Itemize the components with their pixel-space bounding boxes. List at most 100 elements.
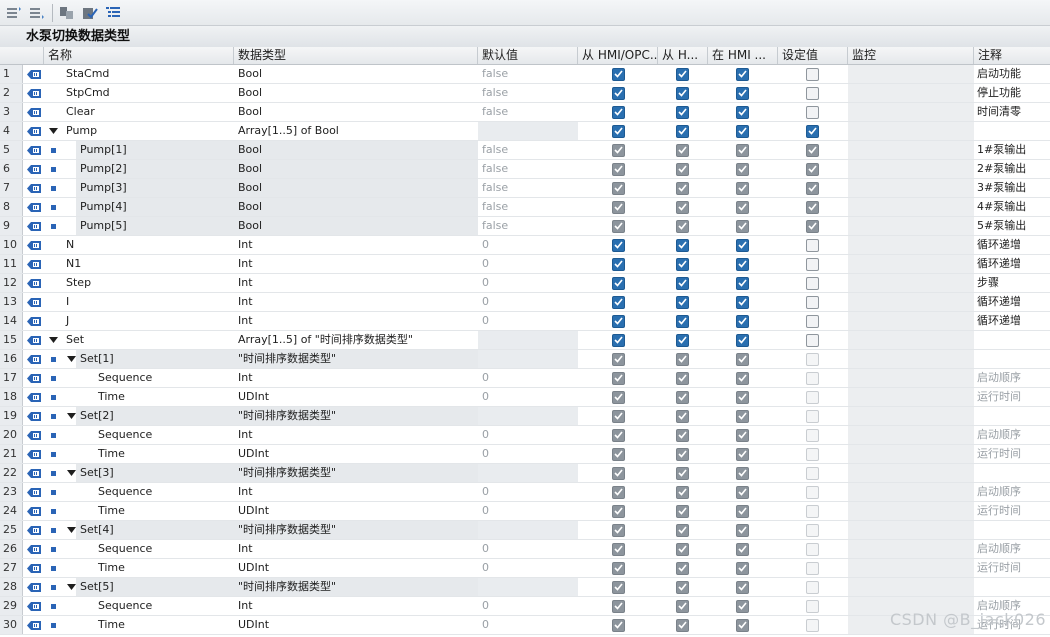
type-cell[interactable]: Bool [234,84,478,102]
default-cell[interactable]: false [478,198,578,216]
row-number[interactable]: 30 [0,616,23,634]
hmi-opc-checkbox[interactable] [611,599,625,613]
comment-cell[interactable]: 启动顺序 [974,369,1050,387]
type-cell[interactable]: UDInt [234,616,478,634]
name-cell[interactable]: Set[4] [76,521,234,539]
table-row[interactable]: 20 Sequence Int 0 启动顺序 [0,426,1050,445]
from-h-checkbox[interactable] [675,67,689,81]
default-cell[interactable]: false [478,103,578,121]
table-row[interactable]: 9 Pump[5] Bool false 5#泵输出 [0,217,1050,236]
row-number[interactable]: 16 [0,350,23,368]
default-cell[interactable]: false [478,84,578,102]
comment-cell[interactable] [974,578,1050,596]
setpoint-checkbox[interactable] [805,257,819,271]
hmi-opc-checkbox[interactable] [611,542,625,556]
setpoint-checkbox[interactable] [805,162,819,176]
setpoint-checkbox[interactable] [805,67,819,81]
setpoint-checkbox[interactable] [805,124,819,138]
table-row[interactable]: 5 Pump[1] Bool false 1#泵输出 [0,141,1050,160]
table-row[interactable]: 2 StpCmd Bool false 停止功能 [0,84,1050,103]
table-row[interactable]: 6 Pump[2] Bool false 2#泵输出 [0,160,1050,179]
type-cell[interactable]: "时间排序数据类型" [234,578,478,596]
name-cell[interactable]: Pump[2] [76,160,234,178]
default-cell[interactable]: false [478,179,578,197]
setpoint-checkbox[interactable] [805,390,819,404]
setpoint-checkbox[interactable] [805,295,819,309]
hmi-opc-checkbox[interactable] [611,181,625,195]
name-cell[interactable]: Pump [62,122,234,140]
hmi-opc-checkbox[interactable] [611,333,625,347]
comment-cell[interactable]: 运行时间 [974,445,1050,463]
from-h-checkbox[interactable] [675,409,689,423]
header-setpoint[interactable]: 设定值 [778,47,848,64]
hmi-opc-checkbox[interactable] [611,618,625,632]
from-h-checkbox[interactable] [675,257,689,271]
in-hmi-checkbox[interactable] [735,181,749,195]
table-row[interactable]: 23 Sequence Int 0 启动顺序 [0,483,1050,502]
in-hmi-checkbox[interactable] [735,599,749,613]
row-number[interactable]: 17 [0,369,23,387]
insert-row-icon[interactable] [4,3,24,23]
name-cell[interactable]: Set[5] [76,578,234,596]
type-cell[interactable]: Int [234,597,478,615]
default-cell[interactable]: 0 [478,293,578,311]
comment-cell[interactable]: 启动顺序 [974,540,1050,558]
setpoint-checkbox[interactable] [805,238,819,252]
header-name[interactable]: 名称 [44,47,234,64]
show-list-icon[interactable] [103,3,123,23]
type-cell[interactable]: UDInt [234,559,478,577]
name-cell[interactable]: Sequence [94,369,234,387]
name-cell[interactable]: Time [94,388,234,406]
table-row[interactable]: 18 Time UDInt 0 运行时间 [0,388,1050,407]
from-h-checkbox[interactable] [675,466,689,480]
comment-cell[interactable]: 1#泵输出 [974,141,1050,159]
row-number[interactable]: 21 [0,445,23,463]
name-cell[interactable]: Sequence [94,597,234,615]
table-row[interactable]: 3 Clear Bool false 时间清零 [0,103,1050,122]
in-hmi-checkbox[interactable] [735,409,749,423]
name-cell[interactable]: I [62,293,234,311]
setpoint-checkbox[interactable] [805,143,819,157]
setpoint-checkbox[interactable] [805,219,819,233]
default-cell[interactable] [478,331,578,349]
table-row[interactable]: 22 Set[3] "时间排序数据类型" [0,464,1050,483]
in-hmi-checkbox[interactable] [735,295,749,309]
comment-cell[interactable]: 循环递增 [974,312,1050,330]
hmi-opc-checkbox[interactable] [611,428,625,442]
default-cell[interactable]: false [478,217,578,235]
hmi-opc-checkbox[interactable] [611,276,625,290]
expand-arrow-icon[interactable] [44,122,62,140]
name-cell[interactable]: N [62,236,234,254]
setpoint-checkbox[interactable] [805,580,819,594]
from-h-checkbox[interactable] [675,276,689,290]
default-cell[interactable]: 0 [478,255,578,273]
header-hmi-opc[interactable]: 从 HMI/OPC... [578,47,658,64]
expand-arrow-icon[interactable] [44,331,62,349]
in-hmi-checkbox[interactable] [735,352,749,366]
name-cell[interactable]: Pump[3] [76,179,234,197]
setpoint-checkbox[interactable] [805,409,819,423]
from-h-checkbox[interactable] [675,105,689,119]
name-cell[interactable]: Set[1] [76,350,234,368]
in-hmi-checkbox[interactable] [735,466,749,480]
row-number[interactable]: 11 [0,255,23,273]
in-hmi-checkbox[interactable] [735,371,749,385]
type-cell[interactable]: Bool [234,141,478,159]
name-cell[interactable]: Pump[4] [76,198,234,216]
in-hmi-checkbox[interactable] [735,618,749,632]
from-h-checkbox[interactable] [675,200,689,214]
from-h-checkbox[interactable] [675,295,689,309]
in-hmi-checkbox[interactable] [735,257,749,271]
in-hmi-checkbox[interactable] [735,333,749,347]
default-cell[interactable]: false [478,160,578,178]
in-hmi-checkbox[interactable] [735,238,749,252]
name-cell[interactable]: Time [94,445,234,463]
table-row[interactable]: 17 Sequence Int 0 启动顺序 [0,369,1050,388]
type-cell[interactable]: Int [234,369,478,387]
hmi-opc-checkbox[interactable] [611,409,625,423]
comment-cell[interactable]: 启动功能 [974,65,1050,83]
comment-cell[interactable]: 运行时间 [974,559,1050,577]
row-number[interactable]: 5 [0,141,23,159]
table-row[interactable]: 25 Set[4] "时间排序数据类型" [0,521,1050,540]
keep-values-icon[interactable] [80,3,100,23]
